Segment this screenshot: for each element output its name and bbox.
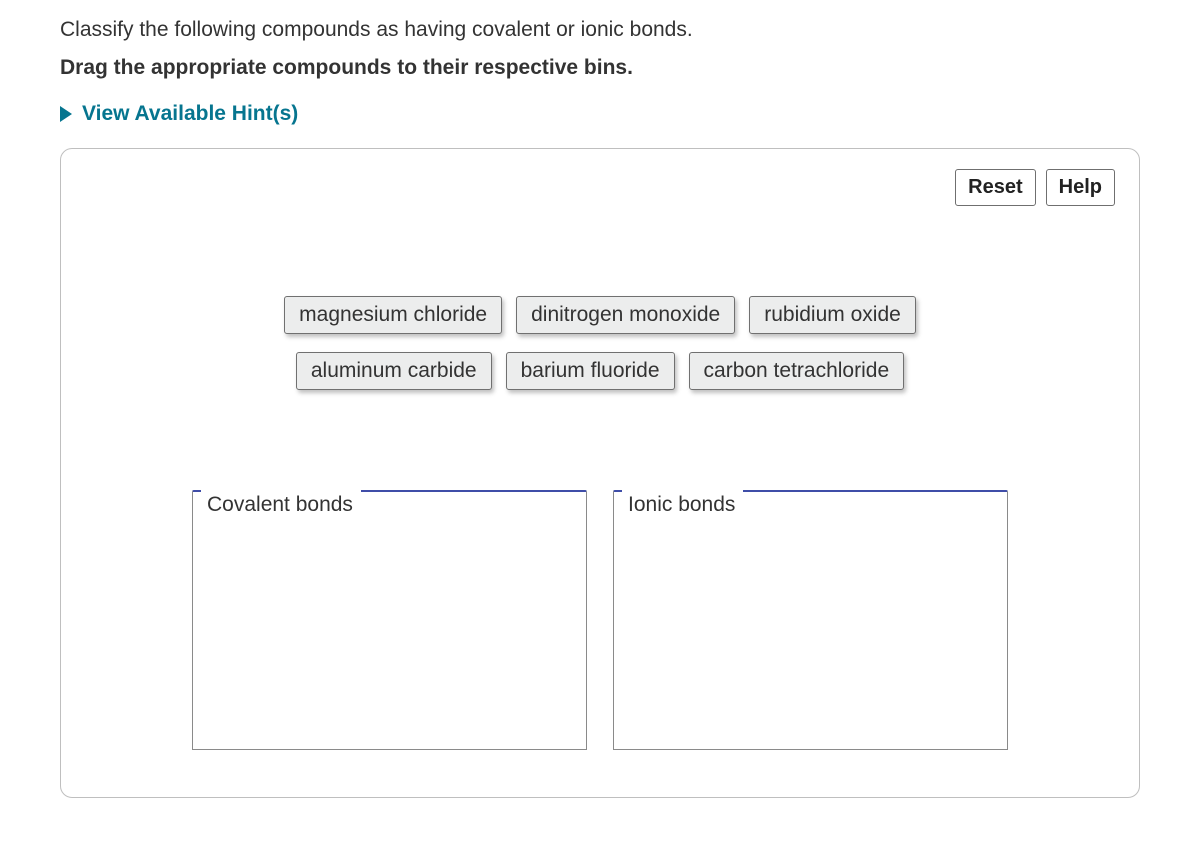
items-row-1: magnesium chloride dinitrogen monoxide r… xyxy=(284,296,916,334)
bin-covalent[interactable]: Covalent bonds xyxy=(192,490,587,750)
chevron-right-icon xyxy=(60,106,72,122)
help-button[interactable]: Help xyxy=(1046,169,1115,206)
compound-dinitrogen-monoxide[interactable]: dinitrogen monoxide xyxy=(516,296,735,334)
hints-label: View Available Hint(s) xyxy=(82,102,298,126)
question-text: Classify the following compounds as havi… xyxy=(60,18,1140,42)
compound-barium-fluoride[interactable]: barium fluoride xyxy=(506,352,675,390)
items-row-2: aluminum carbide barium fluoride carbon … xyxy=(296,352,904,390)
bin-ionic-label: Ionic bonds xyxy=(622,489,743,521)
compound-magnesium-chloride[interactable]: magnesium chloride xyxy=(284,296,502,334)
bins-area: Covalent bonds Ionic bonds xyxy=(85,490,1115,750)
hints-toggle[interactable]: View Available Hint(s) xyxy=(60,102,1140,126)
compound-aluminum-carbide[interactable]: aluminum carbide xyxy=(296,352,492,390)
toolbar: Reset Help xyxy=(85,169,1115,206)
bin-covalent-label: Covalent bonds xyxy=(201,489,361,521)
reset-button[interactable]: Reset xyxy=(955,169,1035,206)
draggable-items-area: magnesium chloride dinitrogen monoxide r… xyxy=(85,296,1115,390)
instruction-text: Drag the appropriate compounds to their … xyxy=(60,56,1140,80)
compound-carbon-tetrachloride[interactable]: carbon tetrachloride xyxy=(689,352,905,390)
bin-ionic[interactable]: Ionic bonds xyxy=(613,490,1008,750)
compound-rubidium-oxide[interactable]: rubidium oxide xyxy=(749,296,916,334)
exercise-panel: Reset Help magnesium chloride dinitrogen… xyxy=(60,148,1140,798)
